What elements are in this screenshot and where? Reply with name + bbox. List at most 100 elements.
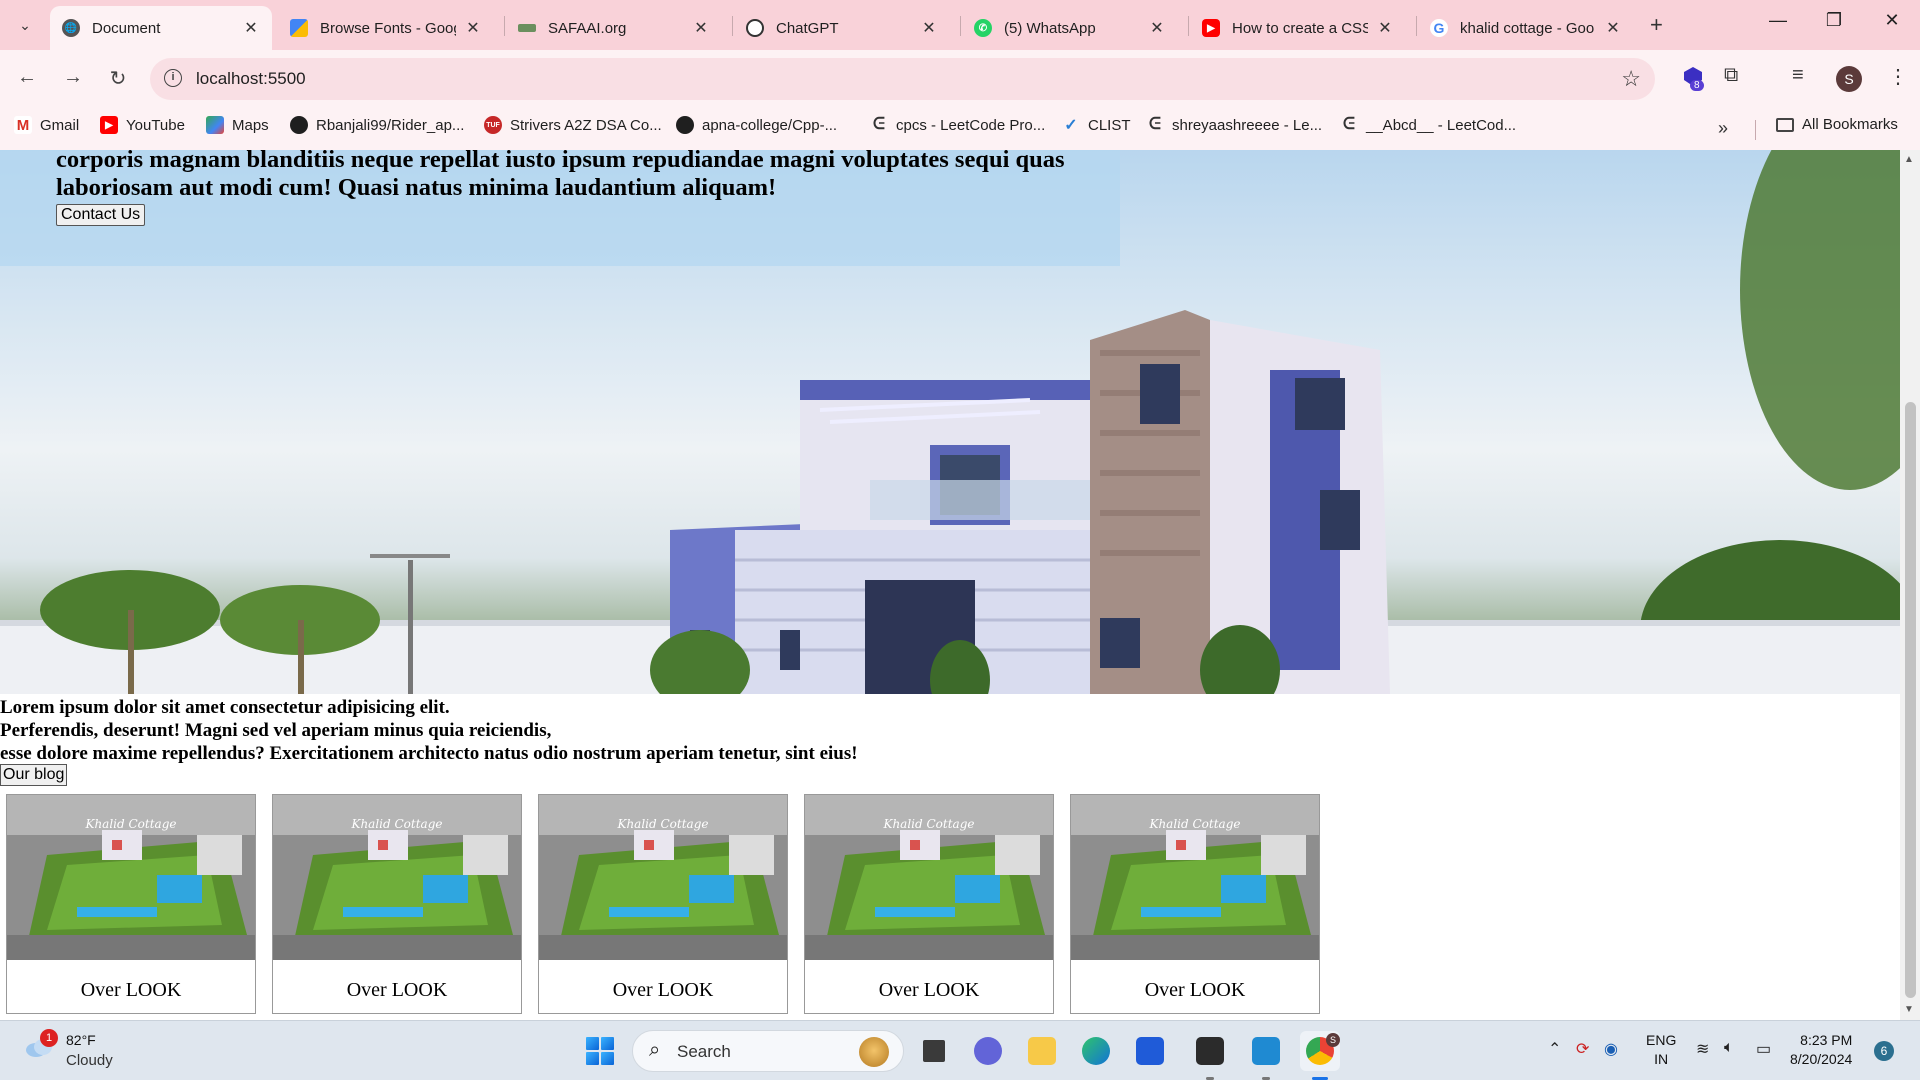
tab-search-button[interactable]: ⌄ [10, 11, 40, 39]
leetcode-icon: ᕮ [873, 116, 885, 133]
bookmark-maps[interactable]: Maps [206, 116, 269, 134]
volume-icon[interactable]: 🔈︎ [1724, 1039, 1734, 1057]
overlook-card[interactable]: Khalid Cottage Over LOOK [6, 794, 256, 1014]
tab-document[interactable]: 🌐 Document ✕ [50, 6, 272, 50]
clock-time: 8:23 PM [1800, 1032, 1853, 1048]
search-highlight-icon [859, 1037, 889, 1067]
close-tab-icon[interactable]: ✕ [1148, 18, 1166, 38]
menu-button[interactable]: ⋮ [1888, 64, 1908, 89]
bookmark-gmail[interactable]: M Gmail [14, 116, 79, 134]
close-tab-icon[interactable]: ✕ [464, 18, 482, 38]
terminal-app[interactable] [1190, 1031, 1230, 1080]
bookmark-label: CLIST [1088, 116, 1131, 134]
all-bookmarks-button[interactable]: All Bookmarks [1776, 116, 1898, 133]
close-tab-icon[interactable]: ✕ [1604, 18, 1622, 38]
bookmark-rider-app[interactable]: Rbanjali99/Rider_ap... [290, 116, 464, 134]
notification-count-badge[interactable]: 6 [1874, 1041, 1894, 1061]
safaai-icon [518, 24, 536, 32]
chrome-app[interactable]: S [1300, 1031, 1340, 1080]
close-window-button[interactable]: ✕ [1880, 10, 1904, 31]
start-button[interactable] [586, 1037, 614, 1065]
media-control-button[interactable]: ≡ [1792, 64, 1804, 87]
tab-browse-fonts[interactable]: Browse Fonts - Goog ✕ [278, 6, 494, 50]
minimize-button[interactable]: — [1766, 10, 1790, 31]
vscode-app[interactable] [1246, 1031, 1286, 1080]
tab-separator [1416, 16, 1417, 36]
language-indicator[interactable]: ENG IN [1646, 1031, 1676, 1069]
bookmark-apna-college[interactable]: apna-college/Cpp-... [676, 116, 837, 134]
overlook-card[interactable]: Khalid Cottage Over LOOK [1070, 794, 1320, 1014]
maps-icon [206, 116, 224, 134]
clist-icon: ✓ [1064, 117, 1078, 134]
profile-avatar[interactable]: S [1836, 66, 1862, 92]
windows-logo-pane [586, 1037, 599, 1050]
contact-us-button[interactable]: Contact Us [56, 204, 146, 226]
address-bar[interactable]: i localhost:5500 ☆ [150, 58, 1655, 100]
edge-icon [1082, 1037, 1110, 1065]
battery-icon[interactable]: ▭ [1756, 1039, 1771, 1059]
back-button[interactable]: ← [14, 66, 40, 89]
tab-safaai[interactable]: SAFAAI.org ✕ [506, 6, 722, 50]
tab-whatsapp[interactable]: ✆ (5) WhatsApp ✕ [962, 6, 1178, 50]
file-explorer-app[interactable] [1022, 1031, 1062, 1071]
image-caption: Khalid Cottage [883, 817, 975, 831]
more-bookmarks-button[interactable]: » [1718, 118, 1728, 139]
task-view-button[interactable] [914, 1031, 954, 1071]
url-text[interactable]: localhost:5500 [196, 69, 306, 89]
edge-app[interactable] [1076, 1031, 1116, 1071]
overlook-card[interactable]: Khalid Cottage Over LOOK [538, 794, 788, 1014]
close-tab-icon[interactable]: ✕ [692, 18, 710, 38]
card-label: Over LOOK [1144, 979, 1246, 1001]
bookmark-strivers[interactable]: TUF Strivers A2Z DSA Co... [484, 116, 662, 134]
tab-youtube-css[interactable]: ▶ How to create a CSS ✕ [1190, 6, 1406, 50]
page-viewport: corporis magnam blanditiis neque repella… [0, 150, 1900, 1020]
system-clock[interactable]: 8:23 PM 8/20/2024 [1790, 1031, 1852, 1069]
bookmark-abcd-leetcode[interactable]: ᕮ __Abcd__ - LeetCod... [1340, 116, 1516, 134]
teams-app[interactable] [968, 1031, 1008, 1071]
tab-khalid-cottage[interactable]: G khalid cottage - Goo ✕ [1418, 6, 1634, 50]
language-code: ENG [1646, 1032, 1677, 1048]
bookmark-clist[interactable]: ✓ CLIST [1062, 116, 1131, 135]
close-tab-icon[interactable]: ✕ [1376, 18, 1394, 38]
close-tab-icon[interactable]: ✕ [920, 18, 938, 38]
image-caption: Khalid Cottage [617, 817, 709, 831]
bookmark-shreyaashreeee[interactable]: ᕮ shreyaashreeee - Le... [1146, 116, 1322, 134]
google-icon: G [1430, 19, 1448, 37]
taskbar-search[interactable]: ⌕ Search [632, 1030, 904, 1072]
scroll-thumb[interactable] [1905, 402, 1916, 998]
reload-icon: ↻ [109, 68, 127, 90]
our-blog-button[interactable]: Our blog [0, 764, 68, 786]
overlook-card[interactable]: Khalid Cottage Over LOOK [272, 794, 522, 1014]
page-scrollbar[interactable]: ▲ ▼ [1900, 150, 1920, 1020]
tab-chatgpt[interactable]: ChatGPT ✕ [734, 6, 950, 50]
extensions-button[interactable]: ⧉ [1724, 64, 1738, 87]
bookmark-youtube[interactable]: ▶ YouTube [100, 116, 185, 134]
github-icon [290, 116, 308, 134]
about-line: Perferendis, deserunt! Magni sed vel ape… [0, 720, 552, 741]
bookmark-cpcs-leetcode[interactable]: ᕮ cpcs - LeetCode Pro... [870, 116, 1045, 134]
plus-icon: + [1650, 12, 1663, 37]
show-hidden-icons-button[interactable]: ⌃ [1548, 1039, 1561, 1059]
site-info-icon[interactable]: i [164, 69, 182, 87]
puzzle-icon: ⧉ [1724, 64, 1739, 86]
tab-strip: ⌄ 🌐 Document ✕ Browse Fonts - Goog ✕ SAF… [0, 0, 1920, 50]
overlook-card[interactable]: Khalid Cottage Over LOOK [804, 794, 1054, 1014]
reload-button[interactable]: ↻ [105, 66, 131, 91]
restore-button[interactable]: ❐ [1822, 10, 1846, 31]
network-status-icon[interactable]: ◉ [1604, 1039, 1618, 1059]
scroll-up-icon[interactable]: ▲ [1904, 154, 1914, 165]
chevron-up-icon: ⌃ [1548, 1041, 1562, 1058]
store-app[interactable] [1130, 1031, 1170, 1071]
forward-button[interactable]: → [60, 66, 86, 89]
sync-icon[interactable]: ⟳ [1576, 1039, 1589, 1059]
close-icon: ✕ [1884, 10, 1900, 30]
wifi-icon[interactable]: ≋ [1696, 1039, 1709, 1059]
tab-title: SAFAAI.org [548, 19, 627, 37]
card-label: Over LOOK [878, 979, 980, 1001]
close-tab-icon[interactable]: ✕ [242, 18, 260, 38]
teams-chat-icon [974, 1037, 1002, 1065]
scroll-down-icon[interactable]: ▼ [1904, 1004, 1914, 1015]
bookmark-star-icon[interactable]: ☆ [1621, 66, 1641, 92]
about-line: esse dolore maxime repellendus? Exercita… [0, 743, 858, 764]
new-tab-button[interactable]: + [1650, 12, 1663, 38]
